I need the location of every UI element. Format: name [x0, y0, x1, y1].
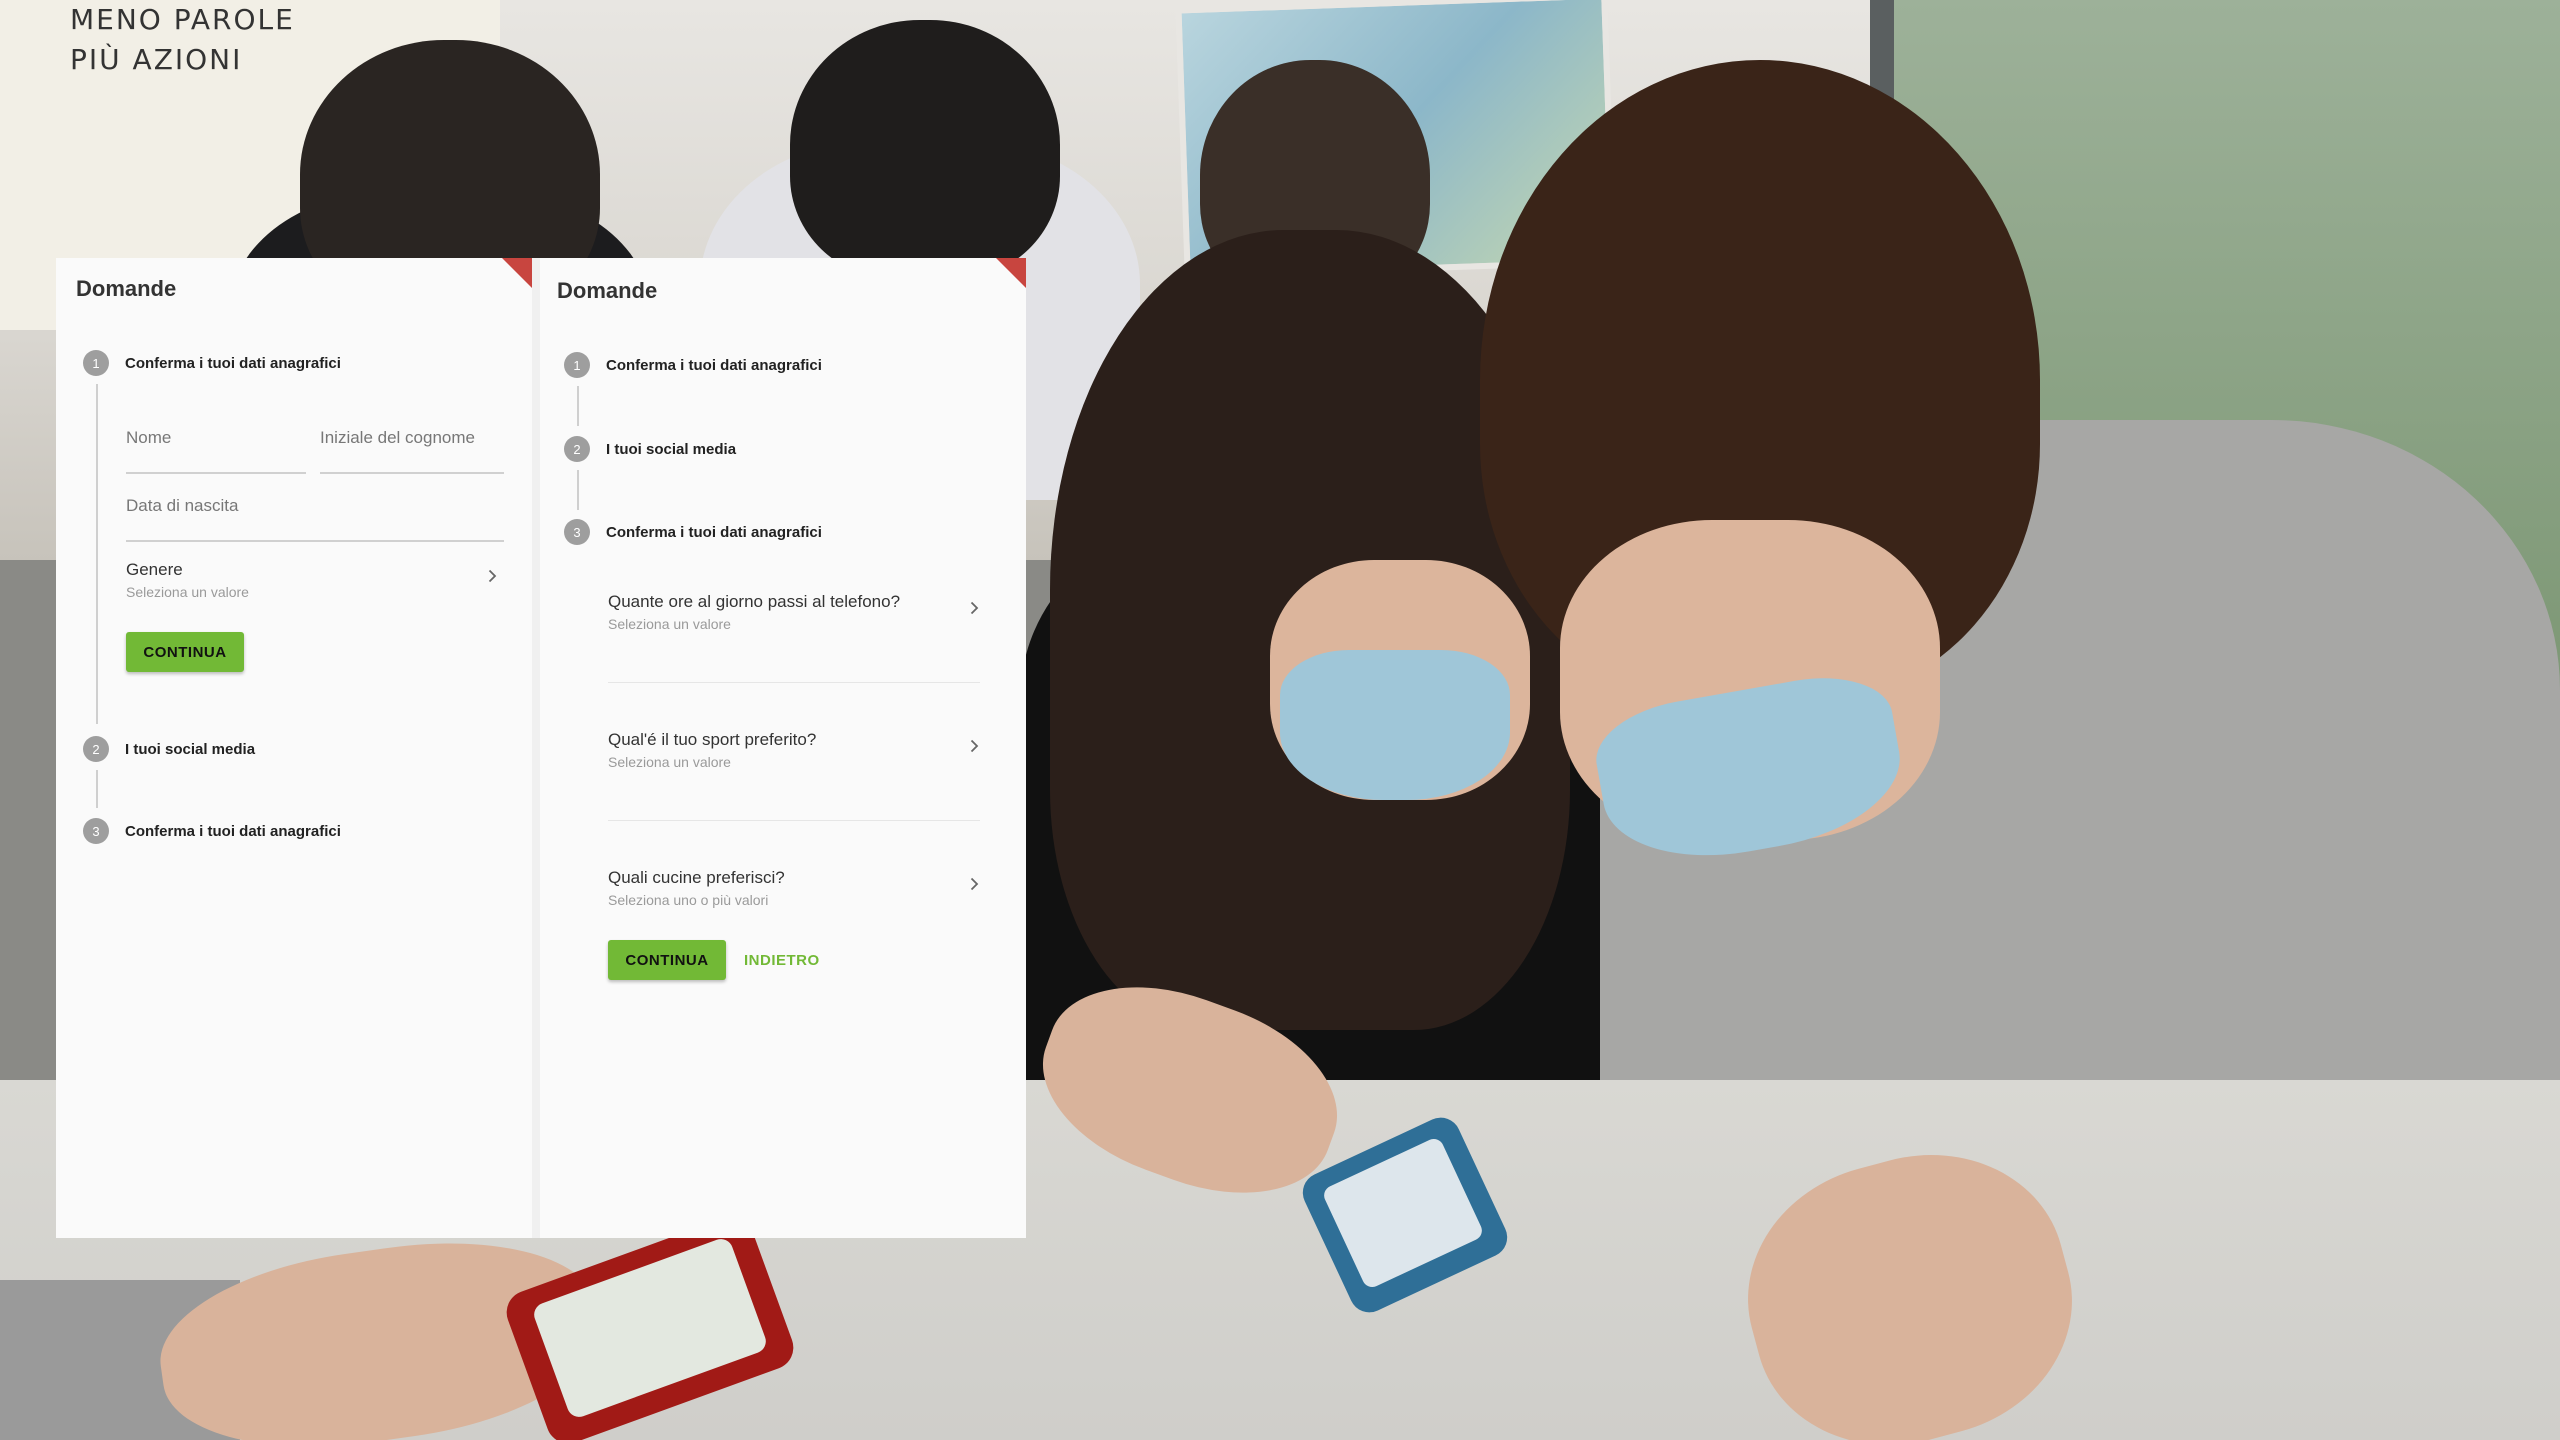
- student-head-2: [790, 20, 1060, 280]
- step-3[interactable]: 3 Conferma i tuoi dati anagrafici: [83, 818, 341, 844]
- question-subtitle: Seleziona un valore: [608, 616, 731, 632]
- genere-title: Genere: [126, 560, 183, 579]
- continue-button[interactable]: CONTINUA: [126, 632, 244, 672]
- questionnaire-panel-step3: Domande 1 Conferma i tuoi dati anagrafic…: [540, 258, 1026, 1238]
- back-button[interactable]: INDIETRO: [744, 940, 834, 980]
- question-title: Quante ore al giorno passi al telefono?: [608, 592, 901, 611]
- questionnaire-panel-step1: Domande 1 Conferma i tuoi dati anagrafic…: [56, 258, 532, 1238]
- chevron-right-icon: [968, 877, 980, 891]
- step-label: Conferma i tuoi dati anagrafici: [606, 356, 822, 374]
- phone-hours-select[interactable]: Quante ore al giorno passi al telefono? …: [608, 592, 980, 636]
- step-number: 1: [83, 350, 109, 376]
- nascita-placeholder: Data di nascita: [126, 496, 239, 515]
- nome-field[interactable]: Nome: [126, 428, 306, 474]
- step-1[interactable]: 1 Conferma i tuoi dati anagrafici: [564, 352, 822, 378]
- chevron-right-icon: [486, 569, 498, 583]
- question-title: Quali cucine preferisci?: [608, 868, 785, 887]
- cognome-initial-field[interactable]: Iniziale del cognome: [320, 428, 504, 474]
- continue-button[interactable]: CONTINUA: [608, 940, 726, 980]
- step-2[interactable]: 2 I tuoi social media: [564, 436, 736, 462]
- step-label: I tuoi social media: [125, 740, 256, 758]
- genere-select[interactable]: Genere Seleziona un valore: [126, 560, 498, 604]
- page-title: Domande: [76, 276, 177, 301]
- step-label: Conferma i tuoi dati anagrafici: [125, 822, 341, 840]
- birth-date-field[interactable]: Data di nascita: [126, 496, 504, 542]
- page-title: Domande: [557, 278, 658, 303]
- step-number: 3: [564, 519, 590, 545]
- face-mask-left: [1280, 650, 1510, 800]
- poster-text-line2: PIÙ AZIONI: [70, 43, 243, 76]
- step-connector: [577, 386, 579, 426]
- genere-subtitle: Seleziona un valore: [126, 584, 249, 600]
- step-connector: [96, 384, 98, 724]
- step-number: 2: [564, 436, 590, 462]
- cuisines-multiselect[interactable]: Quali cucine preferisci? Seleziona uno o…: [608, 868, 980, 912]
- step-label: Conferma i tuoi dati anagrafici: [125, 354, 341, 372]
- step-1[interactable]: 1 Conferma i tuoi dati anagrafici: [83, 350, 341, 376]
- chevron-right-icon: [968, 601, 980, 615]
- step-connector: [577, 470, 579, 510]
- nome-placeholder: Nome: [126, 428, 172, 447]
- chevron-right-icon: [968, 739, 980, 753]
- step-label: Conferma i tuoi dati anagrafici: [606, 523, 822, 541]
- step-3[interactable]: 3 Conferma i tuoi dati anagrafici: [564, 519, 822, 545]
- divider: [608, 682, 980, 683]
- step-number: 1: [564, 352, 590, 378]
- poster-text-line1: MENO PAROLE: [70, 3, 295, 36]
- cognome-placeholder: Iniziale del cognome: [320, 428, 475, 447]
- divider: [608, 820, 980, 821]
- question-subtitle: Seleziona un valore: [608, 754, 731, 770]
- step-number: 3: [83, 818, 109, 844]
- step-label: I tuoi social media: [606, 440, 737, 458]
- question-title: Qual'é il tuo sport preferito?: [608, 730, 817, 749]
- poster-text: MENO PAROLE PIÙ AZIONI: [70, 0, 295, 80]
- step-2[interactable]: 2 I tuoi social media: [83, 736, 255, 762]
- corner-ribbon: [502, 258, 532, 288]
- step-number: 2: [83, 736, 109, 762]
- app-screenshots-overlay: Domande 1 Conferma i tuoi dati anagrafic…: [56, 258, 1026, 1238]
- corner-ribbon: [996, 258, 1026, 288]
- step-connector: [96, 770, 98, 808]
- question-subtitle: Seleziona uno o più valori: [608, 892, 769, 908]
- favorite-sport-select[interactable]: Qual'é il tuo sport preferito? Seleziona…: [608, 730, 980, 774]
